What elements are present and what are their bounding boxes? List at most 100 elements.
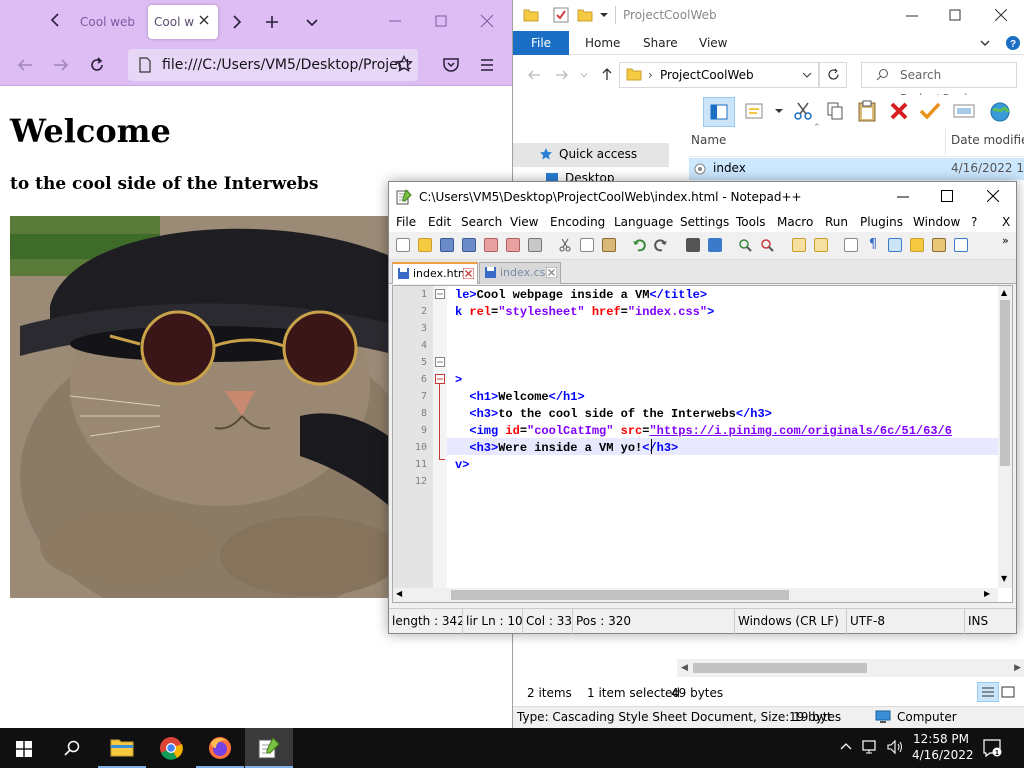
search-button[interactable]	[48, 728, 96, 768]
close-window-icon[interactable]	[995, 9, 1007, 21]
close-all-icon[interactable]	[506, 238, 520, 252]
sync-horizontal-icon[interactable]	[814, 238, 828, 252]
menu-search[interactable]: Search	[461, 215, 502, 229]
scroll-up-icon[interactable]: ▲	[1001, 288, 1007, 297]
redo-icon[interactable]	[654, 238, 668, 252]
menu-encoding[interactable]: Encoding	[550, 215, 605, 229]
menu-edit[interactable]: Edit	[428, 215, 451, 229]
forward-arrow-icon[interactable]	[52, 56, 70, 74]
close-file-icon[interactable]	[484, 238, 498, 252]
menu-settings[interactable]: Settings	[680, 215, 729, 229]
navigation-pane-button[interactable]	[703, 97, 735, 127]
close-window-icon[interactable]	[480, 14, 496, 28]
back-arrow-icon[interactable]	[527, 68, 541, 82]
rename-checkmark-icon[interactable]	[919, 101, 941, 121]
sync-vertical-icon[interactable]	[792, 238, 806, 252]
bookmark-star-icon[interactable]	[395, 55, 413, 73]
document-map-icon[interactable]	[932, 238, 946, 252]
horizontal-scrollbar[interactable]: ◀ ▶	[677, 659, 1024, 677]
expand-ribbon-chevron-icon[interactable]	[979, 37, 991, 49]
maximize-icon[interactable]	[434, 14, 450, 28]
save-all-icon[interactable]	[462, 238, 476, 252]
globe-network-icon[interactable]	[989, 101, 1011, 123]
copy-icon[interactable]	[825, 101, 845, 121]
open-file-icon[interactable]	[418, 238, 432, 252]
scroll-down-icon[interactable]: ▼	[1001, 574, 1007, 583]
menu-file[interactable]: File	[396, 215, 416, 229]
hamburger-menu-icon[interactable]	[478, 56, 496, 74]
close-window-icon[interactable]	[987, 190, 999, 202]
menu-tools[interactable]: Tools	[736, 215, 766, 229]
cut-scissors-icon[interactable]	[793, 101, 813, 121]
maximize-icon[interactable]	[941, 190, 953, 202]
large-icons-view-icon[interactable]	[1001, 685, 1015, 699]
minimize-icon[interactable]	[388, 14, 404, 28]
back-arrow-icon[interactable]	[16, 56, 34, 74]
tab-cool-webpage-1[interactable]: Cool web	[74, 5, 138, 39]
cut-icon[interactable]	[558, 238, 572, 252]
properties-checkmark-icon[interactable]	[553, 7, 569, 23]
show-all-chars-icon[interactable]: ¶	[866, 238, 880, 252]
scrollbar-thumb[interactable]	[693, 663, 867, 673]
show-hidden-icons-chevron-icon[interactable]	[840, 741, 852, 753]
search-box[interactable]: Search ProjectCool...	[861, 62, 1017, 106]
menu-view[interactable]: View	[510, 215, 538, 229]
zoom-in-icon[interactable]	[738, 238, 752, 252]
ribbon-tab-file[interactable]: File	[513, 31, 569, 55]
list-all-tabs-chevron-icon[interactable]	[304, 14, 320, 30]
menu-macro[interactable]: Macro	[777, 215, 813, 229]
customize-toolbar-chevron-icon[interactable]	[599, 10, 609, 20]
system-clock[interactable]: 12:58 PM 4/16/2022	[912, 731, 974, 763]
scroll-right-icon[interactable]: ▶	[1014, 663, 1021, 673]
zoom-out-icon[interactable]	[760, 238, 774, 252]
details-view-icon[interactable]	[977, 682, 999, 702]
firefox-taskbar-icon[interactable]	[196, 728, 244, 768]
toolbar-chevron-icon[interactable]	[775, 107, 783, 115]
indent-guide-icon[interactable]	[888, 238, 902, 252]
up-arrow-icon[interactable]	[600, 67, 614, 81]
address-dropdown-chevron-icon[interactable]	[802, 70, 812, 80]
close-tab-icon[interactable]	[198, 14, 210, 26]
column-header-name[interactable]: Name	[691, 133, 726, 147]
maximize-icon[interactable]	[949, 9, 961, 21]
minimize-icon[interactable]	[897, 191, 909, 203]
toolbar-overflow-chevron-icon[interactable]: »	[1002, 234, 1009, 247]
word-wrap-icon[interactable]	[844, 238, 858, 252]
menu-run[interactable]: Run	[825, 215, 848, 229]
chrome-taskbar-icon[interactable]	[147, 728, 195, 768]
column-header-date[interactable]: Date modified	[951, 133, 1024, 147]
paste-clipboard-icon[interactable]	[857, 100, 877, 122]
select-all-icon[interactable]	[953, 103, 975, 119]
start-button[interactable]	[0, 728, 48, 768]
folder-as-workspace-icon[interactable]	[910, 238, 924, 252]
refresh-button[interactable]	[819, 62, 847, 88]
function-list-icon[interactable]	[954, 238, 968, 252]
vertical-scrollbar[interactable]: ▲ ▼	[998, 286, 1012, 588]
volume-speaker-icon[interactable]	[886, 739, 904, 755]
close-tab-icon[interactable]	[463, 268, 474, 279]
forward-arrow-icon[interactable]	[555, 68, 569, 82]
ribbon-tab-home[interactable]: Home	[575, 31, 630, 55]
file-explorer-taskbar-icon[interactable]	[98, 728, 146, 768]
help-icon[interactable]: ?	[1005, 35, 1021, 51]
scroll-right-icon[interactable]: ▶	[984, 589, 990, 598]
scrollbar-thumb[interactable]	[451, 590, 789, 600]
scroll-left-icon[interactable]: ◀	[681, 663, 688, 673]
paste-icon[interactable]	[602, 238, 616, 252]
url-bar[interactable]: file:///C:/Users/VM5/Desktop/Project	[128, 49, 418, 81]
folder-quick-icon[interactable]	[523, 8, 539, 22]
save-icon[interactable]	[440, 238, 454, 252]
notepad-plus-plus-taskbar-icon[interactable]	[245, 728, 293, 768]
print-icon[interactable]	[528, 238, 542, 252]
new-folder-icon[interactable]	[577, 8, 593, 22]
reload-icon[interactable]	[88, 56, 106, 74]
menu-plugins[interactable]: Plugins	[860, 215, 903, 229]
status-encoding[interactable]: UTF-8	[847, 609, 965, 634]
scroll-left-icon[interactable]: ◀	[396, 589, 402, 598]
ribbon-tab-view[interactable]: View	[689, 31, 737, 55]
close-tab-icon[interactable]	[546, 267, 557, 278]
status-eol[interactable]: Windows (CR LF)	[735, 609, 847, 634]
tab-index-css[interactable]: index.css	[479, 262, 561, 284]
tab-cool-webpage-active[interactable]: Cool w	[148, 5, 218, 39]
replace-icon[interactable]	[708, 238, 722, 252]
